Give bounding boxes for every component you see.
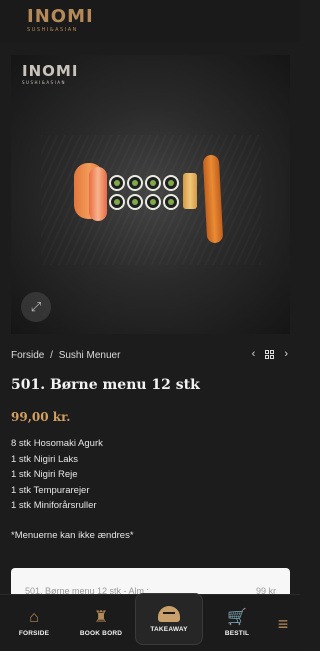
- hosomaki-piece: [163, 194, 179, 210]
- takeaway-bag-icon: [158, 605, 180, 622]
- expand-icon: ⤢: [30, 299, 42, 314]
- breadcrumb-category[interactable]: Sushi Menuer: [59, 350, 121, 361]
- hosomaki-piece: [109, 175, 125, 191]
- hosomaki-piece: [145, 175, 161, 191]
- image-logo: INOMI SUSHI&ASIAN: [22, 62, 79, 86]
- hamburger-menu-icon: ≡: [277, 613, 289, 634]
- description-line: 8 stk Hosomaki Agurk: [11, 438, 103, 449]
- nav-bestil[interactable]: 🛒 BESTIL: [222, 595, 252, 651]
- hosomaki-piece: [145, 194, 161, 210]
- product-image[interactable]: INOMI SUSHI&ASIAN ⤢: [11, 55, 290, 334]
- bottom-navigation: ⌂ FORSIDE ♜ BOOK BORD TAKEAWAY 🛒 BESTIL …: [0, 593, 300, 651]
- hosomaki-piece: [127, 194, 143, 210]
- image-logo-tagline: SUSHI&ASIAN: [22, 80, 66, 85]
- nav-book-label: BOOK BORD: [79, 630, 123, 637]
- brand-logo[interactable]: INOMI SUSHI&ASIAN: [27, 8, 107, 34]
- home-icon: ⌂: [29, 609, 39, 626]
- nav-menu[interactable]: ≡: [272, 595, 294, 651]
- nav-takeaway[interactable]: TAKEAWAY: [135, 593, 203, 645]
- cart-icon: 🛒: [227, 609, 247, 626]
- hosomaki-piece: [163, 175, 179, 191]
- description-line: 1 stk Tempurarejer: [11, 484, 90, 496]
- product-price: 99,00 kr.: [11, 410, 71, 424]
- description-line: 1 stk Nigiri Laks: [11, 453, 79, 465]
- chevron-left-icon[interactable]: ‹: [252, 348, 256, 360]
- product-navigation: ‹ ›: [252, 348, 288, 360]
- nav-forside[interactable]: ⌂ FORSIDE: [12, 595, 56, 651]
- top-header: INOMI SUSHI&ASIAN: [0, 0, 300, 42]
- hosomaki-group: [109, 175, 179, 211]
- logo-tagline: SUSHI&ASIAN: [27, 27, 78, 33]
- nav-book-bord[interactable]: ♜ BOOK BORD: [78, 595, 124, 651]
- grid-icon[interactable]: [265, 349, 275, 359]
- hosomaki-piece: [109, 194, 125, 210]
- product-title: 501. Børne menu 12 stk: [11, 377, 200, 393]
- breadcrumb-home[interactable]: Forside: [11, 350, 44, 361]
- nav-bestil-label: BESTIL: [224, 630, 250, 637]
- chevron-right-icon[interactable]: ›: [284, 348, 288, 360]
- table-icon: ♜: [93, 609, 109, 626]
- nav-forside-label: FORSIDE: [18, 630, 50, 637]
- hosomaki-piece: [127, 175, 143, 191]
- menu-note: *Menuerne kan ikke ændres*: [11, 530, 134, 541]
- description-line: 1 stk Nigiri Reje: [11, 469, 78, 480]
- product-description: 8 stk Hosomaki Agurk 1 stk Nigiri Laks 1…: [11, 436, 103, 514]
- image-logo-text: INOMI: [22, 62, 79, 80]
- nigiri-shrimp-image: [89, 167, 107, 221]
- spring-roll-image: [183, 173, 197, 209]
- expand-image-button[interactable]: ⤢: [21, 292, 51, 322]
- logo-text: INOMI: [27, 6, 94, 27]
- description-line: 1 stk Miniforårsruller: [11, 500, 97, 511]
- breadcrumb-separator: /: [50, 350, 53, 361]
- nav-takeaway-label: TAKEAWAY: [150, 625, 188, 633]
- breadcrumb: Forside / Sushi Menuer: [11, 350, 123, 361]
